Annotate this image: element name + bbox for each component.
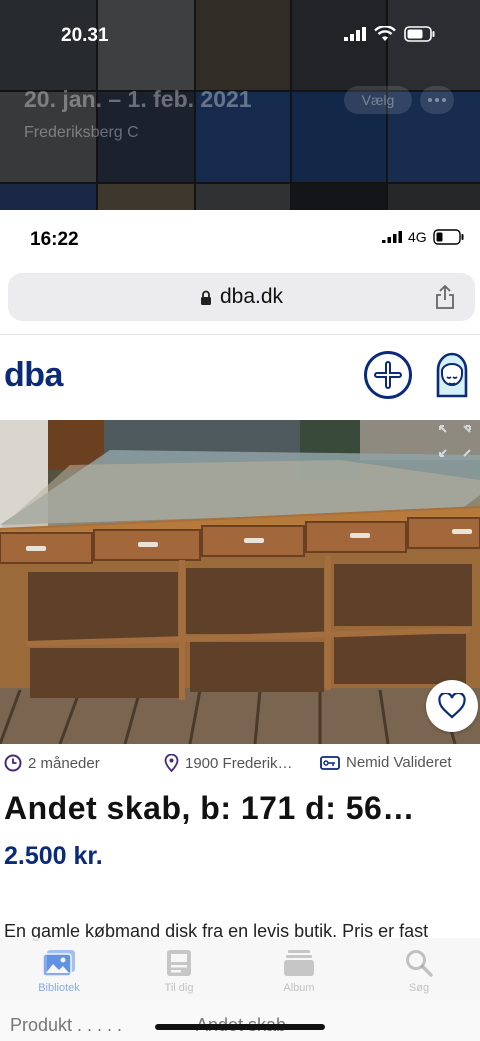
browser-network-status: 4G bbox=[382, 229, 465, 245]
clock-icon bbox=[4, 754, 22, 772]
status-time: 20.31 bbox=[61, 25, 109, 46]
signal-icon bbox=[382, 231, 402, 243]
user-profile-icon[interactable] bbox=[432, 350, 472, 400]
browser-status-time: 16:22 bbox=[30, 229, 79, 250]
status-icons bbox=[344, 26, 436, 42]
search-icon bbox=[406, 950, 433, 977]
listing-location-text: 1900 Frederik… bbox=[185, 754, 293, 772]
more-button[interactable] bbox=[420, 86, 454, 114]
select-button[interactable]: Vælg bbox=[344, 86, 412, 114]
plus-icon bbox=[374, 361, 402, 389]
listing-photo[interactable] bbox=[0, 420, 480, 744]
battery-icon bbox=[404, 26, 435, 42]
listing-verified-text: Nemid Valideret bbox=[346, 754, 452, 771]
heart-icon bbox=[438, 693, 466, 719]
signal-icon bbox=[344, 27, 366, 41]
url-text: dba.dk bbox=[219, 285, 284, 308]
listing-verified: Nemid Valideret bbox=[320, 754, 452, 771]
id-card-icon bbox=[320, 755, 340, 770]
counter-cabinet-image bbox=[0, 420, 480, 744]
listing-age-text: 2 måneder bbox=[28, 754, 100, 772]
for-you-icon bbox=[167, 950, 191, 976]
tab-album[interactable]: Album bbox=[254, 948, 344, 994]
battery-icon bbox=[432, 229, 464, 245]
tab-soeg[interactable]: Søg bbox=[374, 948, 464, 994]
address-bar[interactable]: dba.dk bbox=[8, 273, 475, 321]
listing-age: 2 måneder bbox=[4, 754, 100, 772]
tab-til-dig[interactable]: Til dig bbox=[134, 948, 224, 994]
tab-label: Bibliotek bbox=[38, 982, 80, 994]
network-type: 4G bbox=[408, 229, 427, 245]
photos-location: Frederiksberg C bbox=[24, 124, 139, 141]
create-listing-button[interactable] bbox=[364, 351, 412, 399]
tab-label: Til dig bbox=[164, 982, 194, 994]
share-icon[interactable] bbox=[435, 285, 455, 309]
divider bbox=[0, 334, 480, 335]
tab-label: Album bbox=[283, 982, 315, 994]
listing-price: 2.500 kr. bbox=[4, 842, 103, 870]
favorite-button[interactable] bbox=[426, 680, 478, 732]
photos-date-range: 20. jan. – 1. feb. 2021 bbox=[24, 86, 252, 112]
home-indicator[interactable] bbox=[155, 1024, 325, 1030]
tab-bibliotek[interactable]: Bibliotek bbox=[14, 948, 104, 994]
photo-library-icon bbox=[42, 950, 75, 977]
dba-logo[interactable]: dba bbox=[4, 356, 63, 395]
location-pin-icon bbox=[164, 754, 179, 772]
tab-label: Søg bbox=[408, 982, 430, 994]
lock-icon bbox=[200, 290, 211, 305]
album-icon bbox=[284, 950, 314, 976]
wifi-icon bbox=[374, 26, 396, 41]
detail-label: Produkt . . . . . bbox=[10, 1015, 123, 1035]
listing-title: Andet skab, b: 171 d: 56… bbox=[4, 790, 415, 826]
listing-location: 1900 Frederik… bbox=[164, 754, 293, 772]
